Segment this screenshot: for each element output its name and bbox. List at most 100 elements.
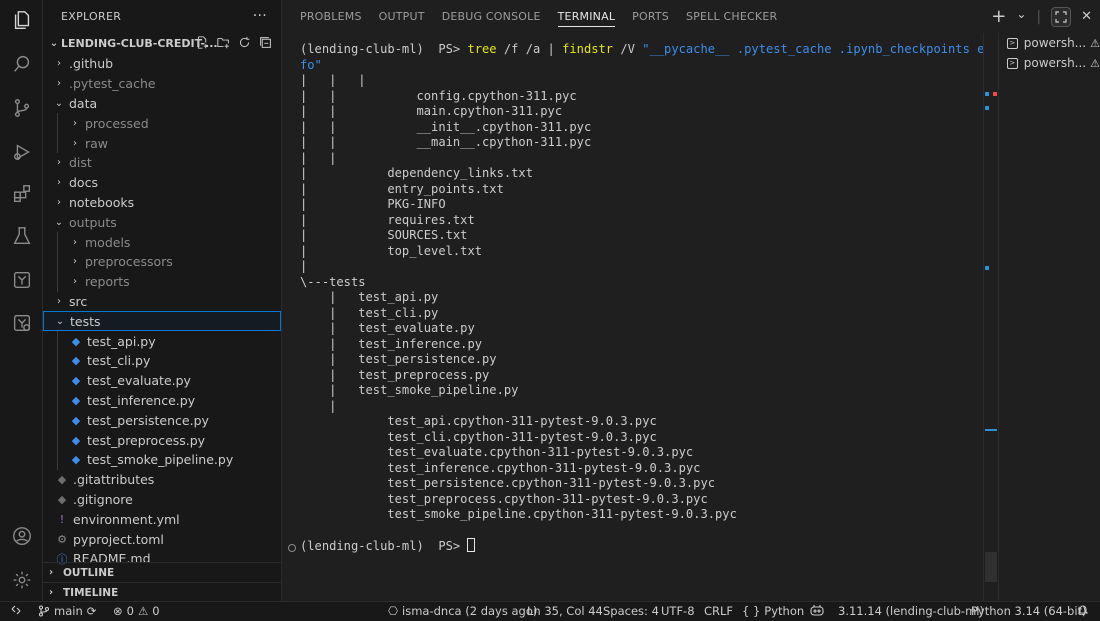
tree-item-label: .pytest_cache — [69, 76, 156, 92]
folder-item[interactable]: ⌄ data — [43, 94, 281, 114]
tab-output[interactable]: OUTPUT — [379, 0, 425, 33]
git-blame-text: isma-dnca (2 days ago) — [402, 604, 538, 618]
indent-guide — [57, 113, 58, 134]
terminal-overview-ruler — [983, 33, 997, 601]
outline-section[interactable]: › OUTLINE — [43, 562, 282, 582]
terminal-output[interactable]: (lending-club-ml) PS> tree /f /a | finds… — [283, 33, 983, 601]
tab-ports[interactable]: PORTS — [632, 0, 669, 33]
file-item[interactable]: ◆ test_evaluate.py — [43, 370, 281, 391]
folder-item[interactable]: › .pytest_cache — [43, 74, 281, 94]
tree-item-label: processed — [85, 115, 149, 131]
close-panel-icon[interactable]: ✕ — [1081, 9, 1092, 24]
python-file-icon: ◆ — [71, 374, 81, 388]
workspace-root[interactable]: ⌄ LENDING-CLUB-CREDIT-... — [43, 32, 281, 54]
tree-item-label: test_smoke_pipeline.py — [87, 452, 234, 468]
refresh-icon[interactable] — [237, 35, 252, 50]
folder-item[interactable]: ⌄ tests — [43, 311, 281, 332]
tab-problems[interactable]: PROBLEMS — [300, 0, 362, 33]
file-item[interactable]: ◆ .gitignore — [43, 490, 281, 510]
git-blame[interactable]: ⎔ isma-dnca (2 days ago) — [388, 604, 537, 618]
terminal-line: | | config.cpython-311.pyc — [300, 88, 577, 103]
folder-item[interactable]: ⌄ outputs — [43, 212, 281, 232]
tab-debug-console[interactable]: DEBUG CONSOLE — [442, 0, 541, 33]
folder-item[interactable]: › reports — [43, 271, 281, 292]
tree-item-label: .gitignore — [73, 491, 133, 507]
folder-item[interactable]: › notebooks — [43, 193, 281, 213]
tree-item-label: test_evaluate.py — [87, 373, 191, 389]
command-decoration-icon[interactable] — [288, 544, 296, 552]
folder-item[interactable]: › .github — [43, 54, 281, 74]
tree-sitter-icon[interactable] — [0, 260, 43, 300]
language-mode[interactable]: { } Python — [742, 604, 804, 618]
account-icon[interactable] — [0, 516, 43, 556]
cursor-position[interactable]: Ln 35, Col 44 — [527, 604, 603, 618]
warning-icon: ⚠ — [1090, 36, 1100, 50]
search-icon[interactable] — [0, 44, 43, 84]
extensions-icon[interactable] — [0, 174, 43, 214]
file-item[interactable]: ! environment.yml — [43, 509, 281, 529]
new-file-icon[interactable] — [195, 35, 210, 50]
explorer-icon[interactable] — [0, 0, 43, 40]
folder-item[interactable]: › processed — [43, 113, 281, 134]
sync-icon[interactable]: ⟳ — [87, 604, 97, 618]
source-control-icon[interactable] — [0, 88, 43, 128]
terminal-line: | top_level.txt — [300, 243, 483, 258]
chevron-down-icon: ⌄ — [55, 315, 65, 327]
indentation[interactable]: Spaces: 4 — [603, 604, 659, 618]
file-item[interactable]: ◆ test_api.py — [43, 331, 281, 351]
new-terminal-button[interactable]: + — [991, 6, 1006, 27]
folder-item[interactable]: › models — [43, 232, 281, 252]
file-item[interactable]: ⚙ pyproject.toml — [43, 529, 281, 549]
folder-item[interactable]: › dist — [43, 153, 281, 173]
run-debug-icon[interactable] — [0, 132, 43, 172]
file-item[interactable]: ◆ test_persistence.py — [43, 410, 281, 431]
more-actions-icon[interactable]: ··· — [253, 8, 267, 24]
indent-guide — [57, 430, 58, 450]
file-item[interactable]: ◆ test_preprocess.py — [43, 430, 281, 450]
folder-item[interactable]: › raw — [43, 133, 281, 153]
chevron-down-icon: ⌄ — [49, 37, 59, 49]
file-item[interactable]: ◆ test_smoke_pipeline.py — [43, 449, 281, 470]
terminal-dropdown-icon[interactable]: ⌄ — [1016, 7, 1026, 21]
terminal-instance-2[interactable]: > powersh... ⚠ — [999, 53, 1100, 73]
tree-item-label: test_api.py — [87, 333, 156, 349]
python-environment[interactable]: 3.11.14 (lending-club-ml) — [838, 604, 984, 618]
terminal-line: | entry_points.txt — [300, 181, 504, 196]
copilot-icon[interactable] — [810, 604, 824, 616]
folder-item[interactable]: › src — [43, 292, 281, 312]
line-ending[interactable]: CRLF — [704, 604, 733, 618]
encoding[interactable]: UTF-8 — [661, 604, 695, 618]
new-folder-icon[interactable] — [216, 35, 231, 50]
settings-gear-icon[interactable] — [0, 560, 43, 600]
overview-mark — [985, 92, 989, 96]
command-args: /f /a | — [496, 42, 563, 56]
notifications-bell-icon[interactable] — [1077, 604, 1089, 616]
remote-explorer-icon[interactable] — [0, 303, 43, 343]
terminal-scrollbar[interactable] — [985, 552, 997, 582]
terminal-text: (lending-club-ml) PS> tree /f /a | finds… — [300, 42, 983, 555]
tab-terminal[interactable]: TERMINAL — [557, 0, 616, 33]
remote-indicator-icon[interactable] — [10, 604, 22, 616]
folder-item[interactable]: › docs — [43, 173, 281, 193]
chevron-right-icon: › — [49, 587, 54, 598]
terminal-instance-1[interactable]: > powersh... ⚠ — [999, 33, 1100, 53]
file-item[interactable]: ◆ test_cli.py — [43, 350, 281, 371]
terminal-line: | | | — [300, 73, 366, 87]
file-item[interactable]: ◆ .gitattributes — [43, 470, 281, 490]
python-interpreter[interactable]: Python 3.14 (64-bit) — [971, 604, 1087, 618]
timeline-section[interactable]: › TIMELINE — [43, 582, 282, 602]
tab-spell-checker[interactable]: SPELL CHECKER — [686, 0, 777, 33]
chevron-down-icon: ⌄ — [54, 216, 64, 228]
branch-indicator[interactable]: main ⟳ — [38, 604, 96, 618]
terminal-instance-label: powersh... — [1023, 56, 1087, 70]
problems-indicator[interactable]: ⊗ 0 ⚠ 0 — [113, 604, 160, 618]
collapse-all-icon[interactable] — [258, 35, 273, 50]
indent-guide — [57, 350, 58, 371]
explorer-sidebar: EXPLORER ··· ⌄ LENDING-CLUB-CREDIT-... ›… — [43, 0, 282, 601]
file-item[interactable]: ◆ test_inference.py — [43, 390, 281, 411]
testing-icon[interactable] — [0, 216, 43, 256]
maximize-panel-icon[interactable] — [1051, 6, 1072, 27]
tree-item-label: outputs — [69, 214, 117, 230]
folder-item[interactable]: › preprocessors — [43, 251, 281, 272]
warning-count: 0 — [152, 604, 160, 618]
